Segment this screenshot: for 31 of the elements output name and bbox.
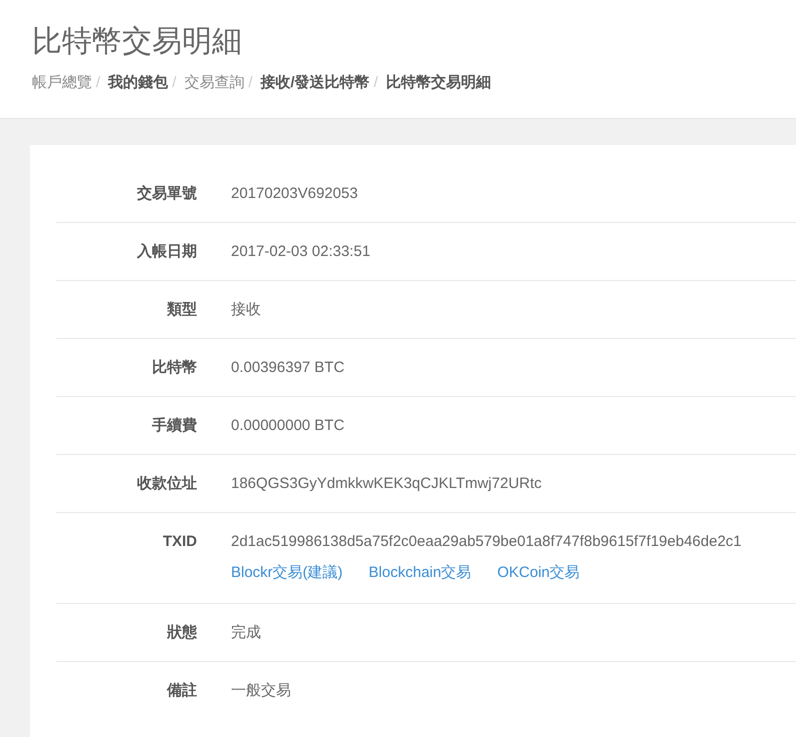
field-label: 備註 xyxy=(166,682,197,700)
breadcrumb-link[interactable]: 比特幣交易明細 xyxy=(386,73,491,92)
field-value: 2d1ac519986138d5a75f2c0eaa29ab579be01a8f747f8b9615f7f19eb46de2c1 xyxy=(231,533,742,551)
breadcrumb-separator: / xyxy=(96,74,100,91)
field-label: 交易單號 xyxy=(136,185,197,203)
field-value: 一般交易 xyxy=(231,682,291,700)
explorer-link[interactable]: OKCoin交易 xyxy=(497,564,580,582)
field-label: TXID xyxy=(162,533,197,552)
breadcrumb-separator: / xyxy=(374,74,378,91)
field-value: 0.00000000 BTC xyxy=(231,417,344,435)
explorer-link[interactable]: Blockr交易(建議) xyxy=(231,564,343,582)
breadcrumb-link[interactable]: 接收/發送比特幣 xyxy=(260,73,370,92)
breadcrumb-separator: / xyxy=(172,74,176,91)
field-value: 0.00396397 BTC xyxy=(231,359,344,377)
field-label: 入帳日期 xyxy=(136,243,197,261)
field-value: 接收 xyxy=(231,301,261,319)
page-title: 比特幣交易明細 xyxy=(32,24,243,60)
breadcrumb-separator: / xyxy=(248,74,253,91)
field-value: 20170203V692053 xyxy=(231,185,358,203)
field-value: 2017-02-03 02:33:51 xyxy=(231,243,370,261)
field-label: 收款位址 xyxy=(136,475,197,493)
field-value: 完成 xyxy=(231,624,261,642)
breadcrumb-link[interactable]: 帳戶總覽 xyxy=(32,73,92,92)
field-value: 186QGS3GyYdmkkwKEK3qCJKLTmwj72URtc xyxy=(231,475,542,493)
breadcrumb-link[interactable]: 交易查詢 xyxy=(184,73,244,92)
field-label: 狀態 xyxy=(166,624,197,642)
breadcrumb-link[interactable]: 我的錢包 xyxy=(108,73,168,92)
field-label: 手續費 xyxy=(151,417,197,435)
field-label: 比特幣 xyxy=(151,359,197,377)
field-label: 類型 xyxy=(166,301,197,319)
explorer-link[interactable]: Blockchain交易 xyxy=(368,564,472,582)
